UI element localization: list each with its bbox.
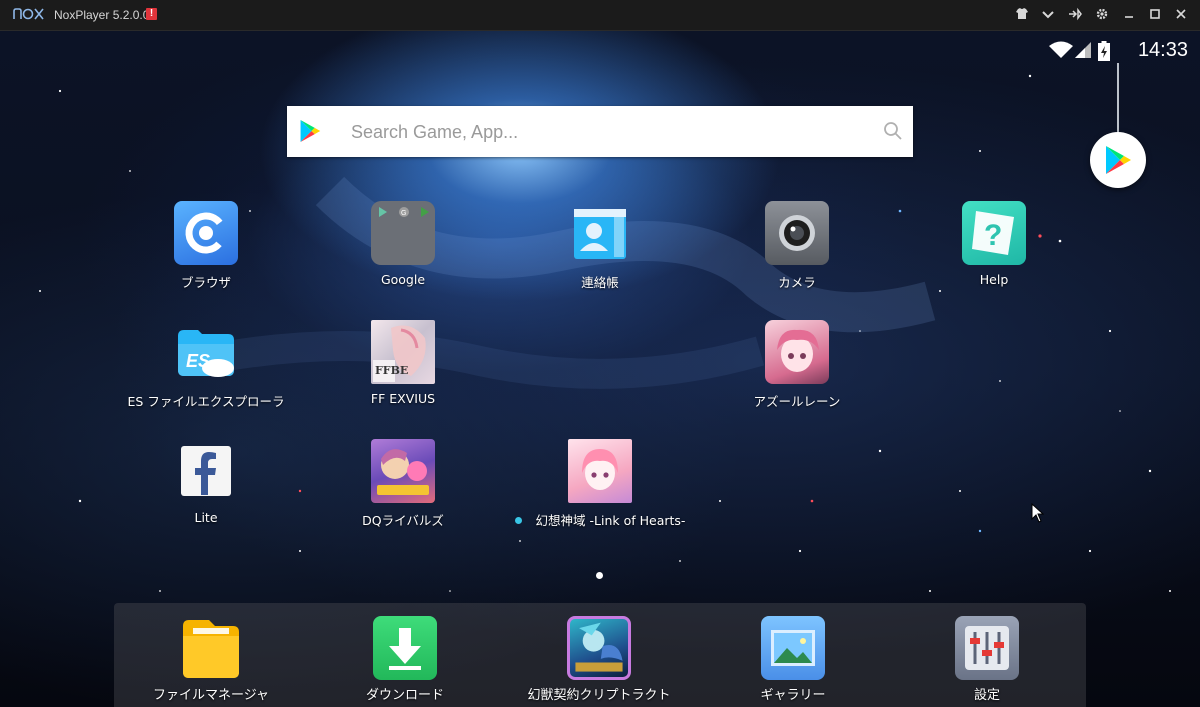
camera-icon [765, 201, 829, 265]
facebook-lite-icon [174, 439, 238, 503]
ff-logo-text: FFBE [375, 364, 409, 377]
download-icon [373, 616, 437, 680]
cryptract-icon [567, 616, 631, 680]
app-azur-lane[interactable]: アズールレーン [702, 320, 892, 410]
app-browser[interactable]: ブラウザ [111, 201, 301, 291]
app-ff-exvius[interactable]: FFBE FF EXVIUS [308, 320, 498, 406]
app-label: Lite [194, 510, 218, 525]
minimize-icon[interactable] [1121, 6, 1137, 22]
window-title: NoxPlayer 5.2.0.0 [54, 8, 150, 22]
search-bar[interactable] [287, 106, 913, 157]
app-label-row: 幻想神域 -Link of Hearts- [505, 510, 695, 529]
contacts-icon [568, 201, 632, 265]
dock-app-download[interactable]: ダウンロード [310, 616, 500, 703]
genso-shiniki-icon [568, 439, 632, 503]
dock-app-settings[interactable]: 設定 [892, 616, 1082, 703]
app-label: Google [380, 272, 426, 287]
status-bar: 14:33 [1048, 39, 1188, 61]
play-store-button[interactable] [1090, 132, 1146, 188]
dock-app-cryptract[interactable]: 幻獣契約クリプトラクト [504, 616, 694, 703]
new-app-dot [514, 517, 522, 524]
mouse-cursor-icon [1031, 503, 1045, 523]
play-store-icon [300, 120, 321, 142]
alert-badge[interactable]: ! [146, 8, 157, 20]
google-folder-icon: G [371, 201, 435, 265]
close-icon[interactable] [1173, 6, 1189, 22]
app-camera[interactable]: カメラ [702, 201, 892, 291]
page-indicator-dot[interactable] [596, 572, 603, 579]
app-facebook-lite[interactable]: Lite [111, 439, 301, 525]
app-label: 幻想神域 -Link of Hearts- [535, 513, 686, 528]
app-help[interactable]: ? Help [899, 201, 1089, 287]
search-icon[interactable] [883, 121, 903, 141]
signal-icon [1075, 42, 1091, 58]
app-label: カメラ [778, 275, 816, 290]
gear-icon[interactable] [1094, 6, 1110, 22]
wifi-icon [1049, 41, 1073, 58]
svg-text:ES: ES [186, 351, 210, 371]
app-label: FF EXVIUS [370, 391, 436, 406]
app-label: ダウンロード [365, 688, 444, 703]
app-contacts[interactable]: 連絡帳 [505, 201, 695, 291]
app-genso-shiniki[interactable]: 幻想神域 -Link of Hearts- [505, 439, 695, 529]
dock-app-file-manager[interactable]: ファイルマネージャ [116, 616, 306, 703]
file-manager-icon [179, 616, 243, 680]
dq-rivals-icon [371, 439, 435, 503]
battery-charging-icon [1098, 41, 1110, 61]
pin-icon[interactable] [1067, 6, 1083, 22]
app-label: ブラウザ [180, 275, 231, 290]
maximize-icon[interactable] [1147, 6, 1163, 22]
app-label: Help [979, 272, 1009, 287]
app-label: ファイルマネージャ [152, 688, 270, 703]
android-home-screen[interactable]: 14:33 ブラウザ [0, 31, 1200, 707]
app-es-file-explorer[interactable]: ES ES ファイルエクスプローラ [111, 320, 301, 410]
clock: 14:33 [1137, 39, 1188, 61]
play-store-icon [1106, 146, 1131, 174]
settings-icon [955, 616, 1019, 680]
dock-app-gallery[interactable]: ギャラリー [698, 616, 888, 703]
svg-text:?: ? [984, 219, 1002, 252]
help-icon: ? [962, 201, 1026, 265]
ff-exvius-icon: FFBE [371, 320, 435, 384]
dock: ファイルマネージャ ダウンロード 幻獣契約クリプトラクト ギャラリー 設定 [114, 603, 1086, 707]
title-bar: NoxPlayer 5.2.0.0 ! [0, 0, 1200, 31]
search-input[interactable] [349, 114, 873, 150]
gallery-icon [761, 616, 825, 680]
browser-icon [174, 201, 238, 265]
es-file-explorer-icon: ES [174, 320, 238, 384]
app-label: 連絡帳 [581, 275, 619, 290]
svg-text:G: G [401, 210, 406, 217]
app-label: ES ファイルエクスプローラ [127, 394, 285, 409]
chevron-down-icon[interactable] [1040, 6, 1056, 22]
play-store-pull-line [1117, 63, 1119, 133]
app-label: 幻獣契約クリプトラクト [527, 688, 671, 703]
app-dq-rivals[interactable]: DQライバルズ [308, 439, 498, 529]
app-label: アズールレーン [753, 394, 841, 409]
app-label: DQライバルズ [362, 513, 444, 528]
azur-lane-icon [765, 320, 829, 384]
nox-logo [13, 8, 44, 20]
app-label: 設定 [973, 688, 1000, 703]
app-label: ギャラリー [760, 688, 826, 703]
app-google-folder[interactable]: G Google [308, 201, 498, 287]
shirt-icon[interactable] [1014, 6, 1030, 22]
